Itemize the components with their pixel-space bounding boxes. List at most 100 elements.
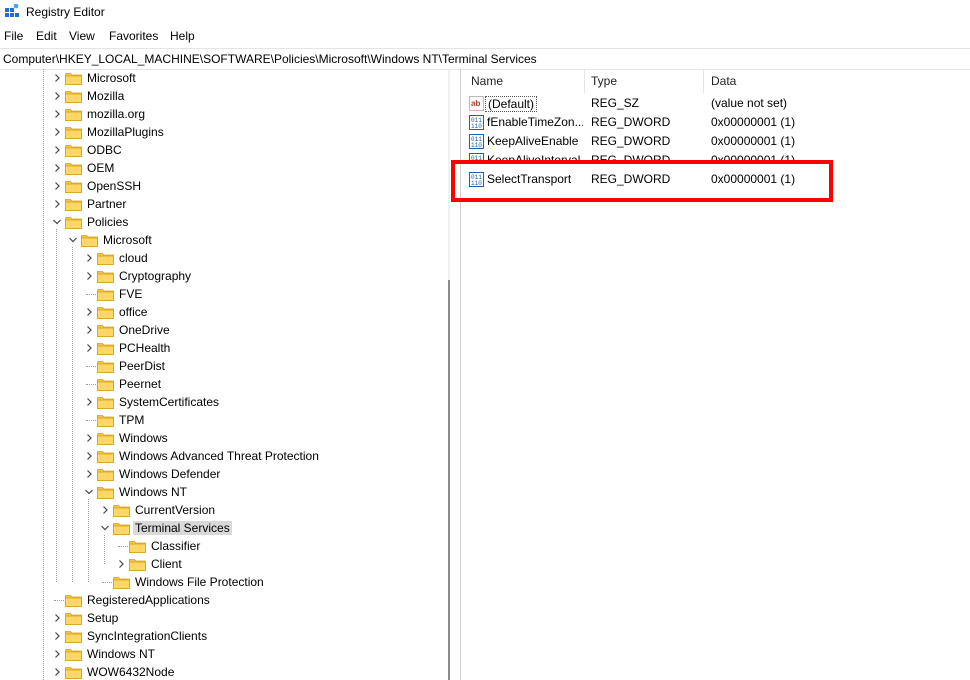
chevron-right-icon[interactable] — [84, 324, 94, 336]
tree-node[interactable]: PCHealth — [0, 339, 442, 357]
chevron-right-icon[interactable] — [52, 180, 62, 192]
tree-scroll-thumb[interactable] — [448, 280, 450, 680]
address-bar[interactable]: Computer\HKEY_LOCAL_MACHINE\SOFTWARE\Pol… — [0, 48, 970, 70]
tree-node[interactable]: TPM — [0, 411, 442, 429]
menu-view[interactable]: View — [69, 29, 95, 43]
tree-node-label[interactable]: Windows NT — [85, 647, 157, 661]
chevron-right-icon[interactable] — [84, 468, 94, 480]
chevron-right-icon[interactable] — [52, 612, 62, 624]
chevron-right-icon[interactable] — [52, 144, 62, 156]
tree-node[interactable]: PeerDist — [0, 357, 442, 375]
chevron-down-icon[interactable] — [52, 216, 62, 228]
column-header-name[interactable]: Name — [471, 74, 503, 88]
tree-node[interactable]: Microsoft — [0, 69, 442, 87]
tree-node[interactable]: Windows Defender — [0, 465, 442, 483]
tree-node-label[interactable]: CurrentVersion — [133, 503, 217, 517]
tree-node-label[interactable]: MozillaPlugins — [85, 125, 166, 139]
chevron-right-icon[interactable] — [84, 396, 94, 408]
menu-help[interactable]: Help — [170, 29, 195, 43]
tree-node[interactable]: OneDrive — [0, 321, 442, 339]
tree-node[interactable]: Partner — [0, 195, 442, 213]
menu-file[interactable]: File — [4, 29, 23, 43]
tree-node[interactable]: OpenSSH — [0, 177, 442, 195]
tree-node[interactable]: Client — [0, 555, 442, 573]
tree-node-label[interactable]: Policies — [85, 215, 130, 229]
chevron-right-icon[interactable] — [52, 630, 62, 642]
tree-node-label[interactable]: ODBC — [85, 143, 124, 157]
tree-node-label[interactable]: cloud — [117, 251, 150, 265]
tree-node[interactable]: CurrentVersion — [0, 501, 442, 519]
chevron-down-icon[interactable] — [68, 234, 78, 246]
tree-node-label[interactable]: OneDrive — [117, 323, 172, 337]
tree-node[interactable]: mozilla.org — [0, 105, 442, 123]
chevron-right-icon[interactable] — [100, 504, 110, 516]
value-row[interactable]: 011 110 fEnableTimeZon... REG_DWORD 0x000000… — [461, 113, 970, 132]
tree-node-label[interactable]: RegisteredApplications — [85, 593, 212, 607]
tree-node-label[interactable]: PeerDist — [117, 359, 167, 373]
tree-node-label[interactable]: Terminal Services — [133, 521, 232, 535]
tree-node[interactable]: office — [0, 303, 442, 321]
tree-node-label[interactable]: Peernet — [117, 377, 163, 391]
tree-node-label[interactable]: SystemCertificates — [117, 395, 221, 409]
tree-node-label[interactable]: Windows Advanced Threat Protection — [117, 449, 321, 463]
chevron-right-icon[interactable] — [52, 162, 62, 174]
tree-node[interactable]: cloud — [0, 249, 442, 267]
menu-favorites[interactable]: Favorites — [109, 29, 158, 43]
tree-node-label[interactable]: SyncIntegrationClients — [85, 629, 209, 643]
tree-node[interactable]: Policies — [0, 213, 442, 231]
address-path[interactable]: Computer\HKEY_LOCAL_MACHINE\SOFTWARE\Pol… — [3, 52, 537, 66]
menu-edit[interactable]: Edit — [36, 29, 57, 43]
tree-node[interactable]: Terminal Services — [0, 519, 442, 537]
value-name[interactable]: fEnableTimeZon... — [487, 115, 583, 129]
tree-node[interactable]: Windows File Protection — [0, 573, 442, 591]
tree-node-label[interactable]: Windows NT — [117, 485, 189, 499]
chevron-right-icon[interactable] — [52, 648, 62, 660]
tree-node[interactable]: Classifier — [0, 537, 442, 555]
chevron-right-icon[interactable] — [84, 270, 94, 282]
column-header-type[interactable]: Type — [591, 74, 617, 88]
tree-node-label[interactable]: Windows File Protection — [133, 575, 266, 589]
tree-node-label[interactable]: OpenSSH — [85, 179, 143, 193]
chevron-right-icon[interactable] — [84, 306, 94, 318]
tree-node-label[interactable]: OEM — [85, 161, 116, 175]
chevron-right-icon[interactable] — [52, 666, 62, 678]
key-tree[interactable]: Microsoft Mozilla mozilla.org MozillaPlugin… — [0, 69, 442, 680]
chevron-right-icon[interactable] — [84, 450, 94, 462]
tree-node-label[interactable]: Windows — [117, 431, 170, 445]
column-divider[interactable] — [703, 69, 704, 93]
tree-node-label[interactable]: office — [117, 305, 149, 319]
tree-node-label[interactable]: Mozilla — [85, 89, 126, 103]
chevron-right-icon[interactable] — [52, 198, 62, 210]
chevron-right-icon[interactable] — [52, 126, 62, 138]
tree-node-label[interactable]: TPM — [117, 413, 146, 427]
column-header-data[interactable]: Data — [711, 74, 736, 88]
chevron-right-icon[interactable] — [84, 432, 94, 444]
tree-node[interactable]: Windows — [0, 429, 442, 447]
chevron-down-icon[interactable] — [84, 486, 94, 498]
tree-node-label[interactable]: Microsoft — [85, 71, 138, 85]
tree-node[interactable]: Cryptography — [0, 267, 442, 285]
tree-node-label[interactable]: FVE — [117, 287, 144, 301]
column-divider[interactable] — [584, 69, 585, 93]
tree-node[interactable]: WOW6432Node — [0, 663, 442, 680]
tree-node-label[interactable]: Classifier — [149, 539, 202, 553]
tree-node-label[interactable]: WOW6432Node — [85, 665, 176, 679]
tree-node[interactable]: OEM — [0, 159, 442, 177]
tree-node-label[interactable]: Setup — [85, 611, 120, 625]
tree-node[interactable]: Windows NT — [0, 645, 442, 663]
tree-node-label[interactable]: PCHealth — [117, 341, 172, 355]
tree-node-label[interactable]: Cryptography — [117, 269, 193, 283]
chevron-right-icon[interactable] — [84, 252, 94, 264]
chevron-down-icon[interactable] — [100, 522, 110, 534]
chevron-right-icon[interactable] — [116, 558, 126, 570]
tree-node[interactable]: SyncIntegrationClients — [0, 627, 442, 645]
tree-node[interactable]: MozillaPlugins — [0, 123, 442, 141]
value-name[interactable]: KeepAliveEnable — [487, 134, 578, 148]
tree-node[interactable]: Windows NT — [0, 483, 442, 501]
tree-node[interactable]: Windows Advanced Threat Protection — [0, 447, 442, 465]
value-name[interactable]: (Default) — [485, 96, 538, 112]
value-row[interactable]: ab (Default) REG_SZ (value not set) — [461, 94, 970, 113]
tree-node[interactable]: Setup — [0, 609, 442, 627]
tree-node[interactable]: ODBC — [0, 141, 442, 159]
tree-node-label[interactable]: Client — [149, 557, 184, 571]
